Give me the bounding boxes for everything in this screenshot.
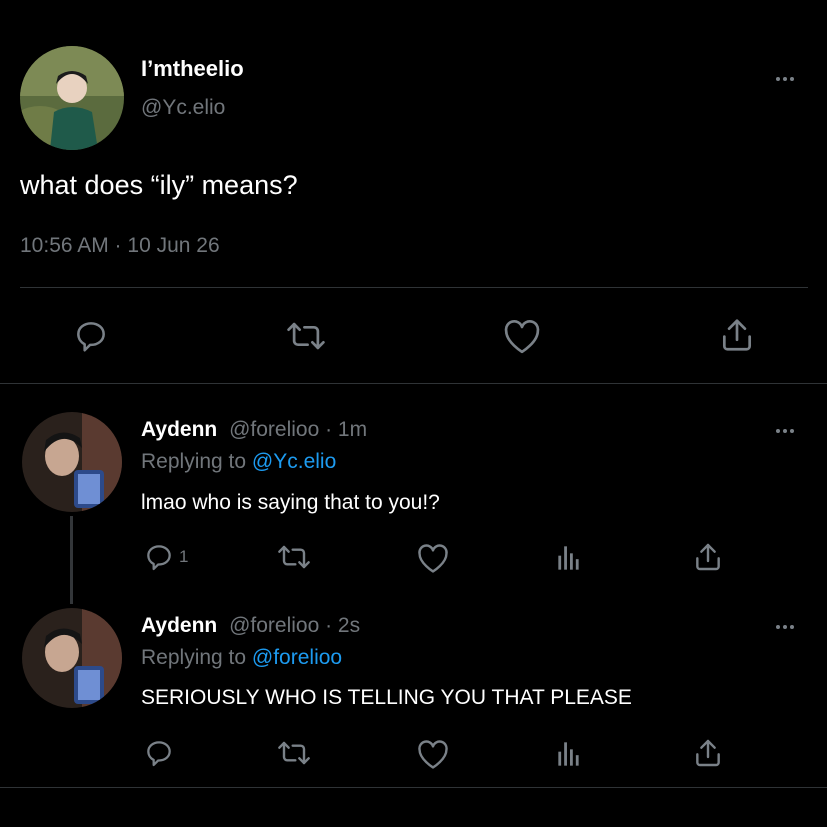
reply-icon[interactable] [143, 541, 175, 573]
reply-header: Aydenn @forelioo · 2s [141, 614, 360, 638]
more-icon[interactable] [776, 625, 794, 629]
analytics-icon[interactable] [556, 544, 584, 572]
author-handle[interactable]: @Yc.elio [141, 96, 225, 120]
divider [0, 787, 827, 788]
replying-to-link[interactable]: @forelioo [252, 646, 342, 669]
like-icon[interactable] [416, 542, 450, 574]
divider [20, 287, 808, 288]
reply-avatar[interactable] [22, 412, 122, 512]
more-icon[interactable] [776, 429, 794, 433]
tweet-text: what does “ily” means? [20, 170, 298, 200]
replying-to-label: Replying to [141, 450, 252, 473]
replying-to-label: Replying to [141, 646, 252, 669]
analytics-icon[interactable] [556, 740, 584, 768]
retweet-icon[interactable] [276, 737, 312, 769]
share-icon[interactable] [692, 737, 724, 769]
like-icon[interactable] [416, 738, 450, 770]
reply-handle-time[interactable]: @forelioo · 2s [229, 614, 360, 637]
reply-text: lmao who is saying that to you!? [141, 491, 440, 514]
replying-to-line: Replying to @forelioo [141, 646, 342, 670]
thread-line [70, 516, 73, 604]
tweet-timestamp[interactable]: 10:56 AM · 10 Jun 26 [20, 234, 220, 258]
author-display-name[interactable]: I’mtheelio [141, 56, 244, 82]
like-icon[interactable] [502, 317, 542, 355]
retweet-icon[interactable] [285, 317, 327, 355]
divider [0, 383, 827, 384]
reply-text: SERIOUSLY WHO IS TELLING YOU THAT PLEASE [141, 686, 632, 709]
retweet-icon[interactable] [276, 541, 312, 573]
reply-handle-time[interactable]: @forelioo · 1m [229, 418, 367, 441]
share-icon[interactable] [718, 315, 756, 355]
reply-display-name[interactable]: Aydenn [141, 418, 217, 441]
reply-icon[interactable] [143, 737, 175, 769]
replying-to-link[interactable]: @Yc.elio [252, 450, 336, 473]
reply-icon[interactable] [72, 317, 110, 355]
reply-avatar[interactable] [22, 608, 122, 708]
more-icon[interactable] [776, 77, 794, 81]
replying-to-line: Replying to @Yc.elio [141, 450, 336, 474]
reply-count: 1 [179, 547, 189, 566]
author-avatar[interactable] [20, 46, 124, 150]
reply-header: Aydenn @forelioo · 1m [141, 418, 367, 442]
share-icon[interactable] [692, 541, 724, 573]
reply-display-name[interactable]: Aydenn [141, 614, 217, 637]
